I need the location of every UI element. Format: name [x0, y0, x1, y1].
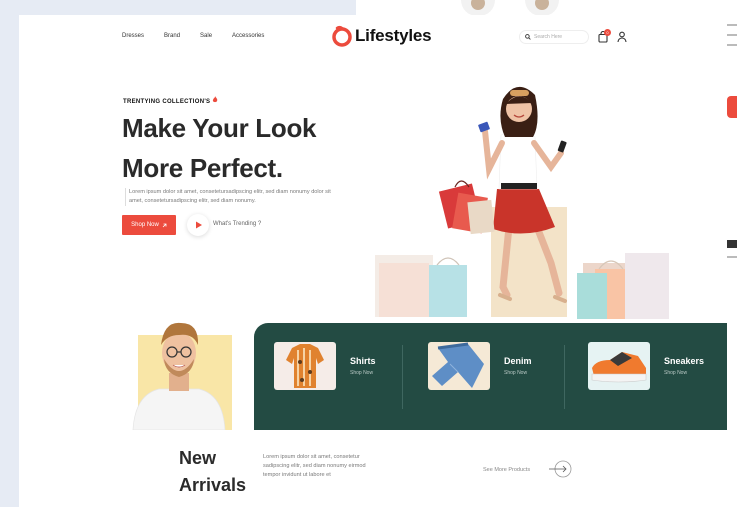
hero-headline: Make Your Look More Perfect. — [122, 108, 317, 188]
category-info: Sneakers Shop Now — [664, 356, 704, 376]
denim-image — [428, 342, 490, 390]
male-model-image — [132, 322, 226, 430]
background-text-fragment — [727, 20, 737, 70]
hero-headline-line2: More Perfect. — [122, 153, 283, 183]
category-title: Shirts — [350, 356, 376, 366]
category-link[interactable]: Shop Now — [504, 370, 532, 376]
category-card-denim[interactable]: Denim Shop Now — [428, 342, 532, 390]
background-red-button — [727, 96, 737, 118]
category-link[interactable]: Shop Now — [664, 370, 704, 376]
category-card-sneakers[interactable]: Sneakers Shop Now — [588, 342, 704, 390]
category-info: Shirts Shop Now — [350, 356, 376, 376]
play-icon — [196, 221, 202, 229]
brand-logo[interactable]: Lifestyles — [331, 25, 432, 47]
new-arrivals-title-line2: Arrivals — [179, 475, 247, 495]
search-icon — [525, 34, 531, 40]
arrow-right-icon[interactable] — [547, 459, 573, 479]
nav-item-sale[interactable]: Sale — [200, 33, 212, 39]
hero-headline-line1: Make Your Look — [122, 113, 317, 143]
cart-count-badge: 0 — [604, 29, 611, 36]
new-arrivals-title: New Arrivals — [179, 445, 246, 499]
nav-item-brand[interactable]: Brand — [164, 33, 180, 39]
hero-model-image — [375, 86, 669, 319]
hero-eyebrow-text: TRENTYING COLLECTION'S — [123, 99, 211, 105]
nav-item-dresses[interactable]: Dresses — [122, 33, 144, 39]
hero-eyebrow: TRENTYING COLLECTION'S — [123, 96, 218, 105]
category-info: Denim Shop Now — [504, 356, 532, 376]
see-more-products-link[interactable]: See More Products — [483, 467, 530, 473]
main-nav: Dresses Brand Sale Accessories — [122, 33, 264, 39]
search-input[interactable]: Search Here — [519, 30, 589, 44]
category-divider — [402, 345, 403, 409]
background-card-header — [356, 0, 737, 16]
brand-name: Lifestyles — [355, 26, 432, 45]
arrow-up-right-icon — [162, 223, 167, 227]
logo-mark-icon — [332, 25, 352, 47]
play-video-button[interactable] — [187, 214, 209, 236]
new-arrivals-description: Lorem ipsum dolor sit amet, consetetur s… — [263, 454, 366, 478]
category-title: Denim — [504, 356, 532, 366]
flame-icon — [213, 96, 218, 103]
sneaker-image — [588, 342, 650, 390]
whats-trending-link[interactable]: What's Trending ? — [213, 221, 261, 227]
shirt-image — [274, 342, 336, 390]
search-placeholder: Search Here — [534, 34, 563, 40]
landing-page: Dresses Brand Sale Accessories Lifestyle… — [19, 15, 727, 507]
new-arrivals-title-line1: New — [179, 448, 217, 468]
category-title: Sneakers — [664, 356, 705, 366]
shop-now-label: Shop Now — [131, 222, 159, 228]
category-card-shirts[interactable]: Shirts Shop Now — [274, 342, 376, 390]
hero-description: Lorem ipsum dolor sit amet, consetetursa… — [125, 188, 335, 206]
categories-panel: Shirts Shop Now Denim Shop Now Sneakers … — [254, 323, 727, 430]
shop-now-button[interactable]: Shop Now — [122, 215, 176, 235]
user-icon[interactable] — [617, 31, 627, 43]
category-link[interactable]: Shop Now — [350, 370, 376, 376]
background-avatar — [461, 0, 495, 16]
background-avatar — [525, 0, 559, 16]
category-divider — [564, 345, 565, 409]
nav-item-accessories[interactable]: Accessories — [232, 33, 264, 39]
background-text-fragment — [727, 238, 737, 268]
